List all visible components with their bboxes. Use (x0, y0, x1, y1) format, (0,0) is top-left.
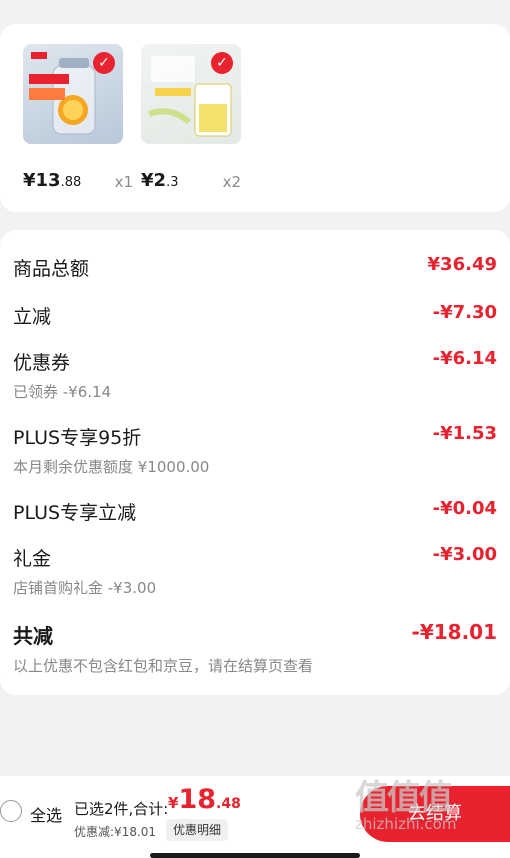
coupon-label: 优惠券 (13, 352, 71, 374)
product-quantity: x1 (114, 173, 133, 191)
coupon-sub: 已领券 -¥6.14 (13, 383, 112, 401)
product-price: ¥13.88 (23, 170, 82, 191)
product-item[interactable]: ✓ (23, 44, 123, 144)
checkout-button[interactable]: 去结算 (360, 786, 510, 842)
product-price-row: ¥13.88 x1 (23, 170, 133, 194)
goods-total-label: 商品总额 (13, 258, 90, 280)
select-all-radio[interactable] (0, 800, 22, 822)
plus-reduce-amount: -¥0.04 (432, 498, 497, 519)
plus-95-label: PLUS专享95折 (13, 427, 142, 449)
total-reduce-note: 以上优惠不包含红包和京豆，请在结算页查看 (13, 657, 314, 675)
product-image[interactable]: ✓ (23, 44, 123, 144)
gift-sub: 店铺首购礼金 -¥3.00 (13, 579, 157, 597)
goods-total-amount: ¥36.49 (427, 254, 497, 275)
gift-label: 礼金 (13, 548, 52, 570)
coupon-row: 优惠券 -¥6.14 已领券 -¥6.14 (13, 348, 497, 402)
coupon-amount: -¥6.14 (432, 348, 497, 369)
discount-summary-text: 优惠减:¥18.01 (74, 825, 157, 839)
instant-reduce-row: 立减 -¥7.30 (13, 302, 497, 329)
total-dec: .48 (216, 796, 241, 812)
plus-95-sub: 本月剩余优惠额度 ¥1000.00 (13, 458, 210, 476)
plus-95-amount: -¥1.53 (432, 423, 497, 444)
instant-reduce-label: 立减 (13, 306, 52, 328)
instant-reduce-amount: -¥7.30 (432, 302, 497, 323)
product-price: ¥2.3 (141, 170, 179, 191)
home-indicator[interactable] (150, 853, 360, 858)
product-card: ✓ ✓ ¥13.88 x1 ¥2.3 x2 (0, 24, 510, 212)
product-image[interactable]: ✓ (141, 44, 241, 144)
select-all-label[interactable]: 全选 (30, 802, 62, 826)
selected-count-text: 已选2件,合计: (74, 800, 169, 818)
plus-reduce-row: PLUS专享立减 -¥0.04 (13, 498, 497, 525)
gift-amount: -¥3.00 (432, 544, 497, 565)
checkout-bar: 全选 已选2件,合计: ¥18.48 优惠减:¥18.01 优惠明细 去结算 (0, 776, 510, 858)
total-reduce-amount: -¥18.01 (411, 620, 497, 644)
product-price-row: ¥2.3 x2 (141, 170, 241, 194)
product-quantity: x2 (222, 173, 241, 191)
total-price: ¥18.48 (168, 784, 241, 815)
discount-summary-card: 商品总额 ¥36.49 立减 -¥7.30 优惠券 -¥6.14 已领券 -¥6… (0, 230, 510, 695)
check-icon[interactable]: ✓ (211, 52, 233, 74)
total-reduce-row: 共减 -¥18.01 以上优惠不包含红包和京豆，请在结算页查看 (13, 620, 497, 676)
goods-total-row: 商品总额 ¥36.49 (13, 254, 497, 281)
discount-detail-button[interactable]: 优惠明细 (166, 819, 229, 841)
check-icon[interactable]: ✓ (93, 52, 115, 74)
total-int: 18 (178, 784, 217, 815)
plus-reduce-label: PLUS专享立减 (13, 502, 137, 524)
page-title (0, 0, 510, 10)
gift-row: 礼金 -¥3.00 店铺首购礼金 -¥3.00 (13, 544, 497, 598)
plus-95-row: PLUS专享95折 -¥1.53 本月剩余优惠额度 ¥1000.00 (13, 423, 497, 477)
product-item[interactable]: ✓ (141, 44, 241, 144)
total-currency: ¥ (168, 794, 179, 812)
